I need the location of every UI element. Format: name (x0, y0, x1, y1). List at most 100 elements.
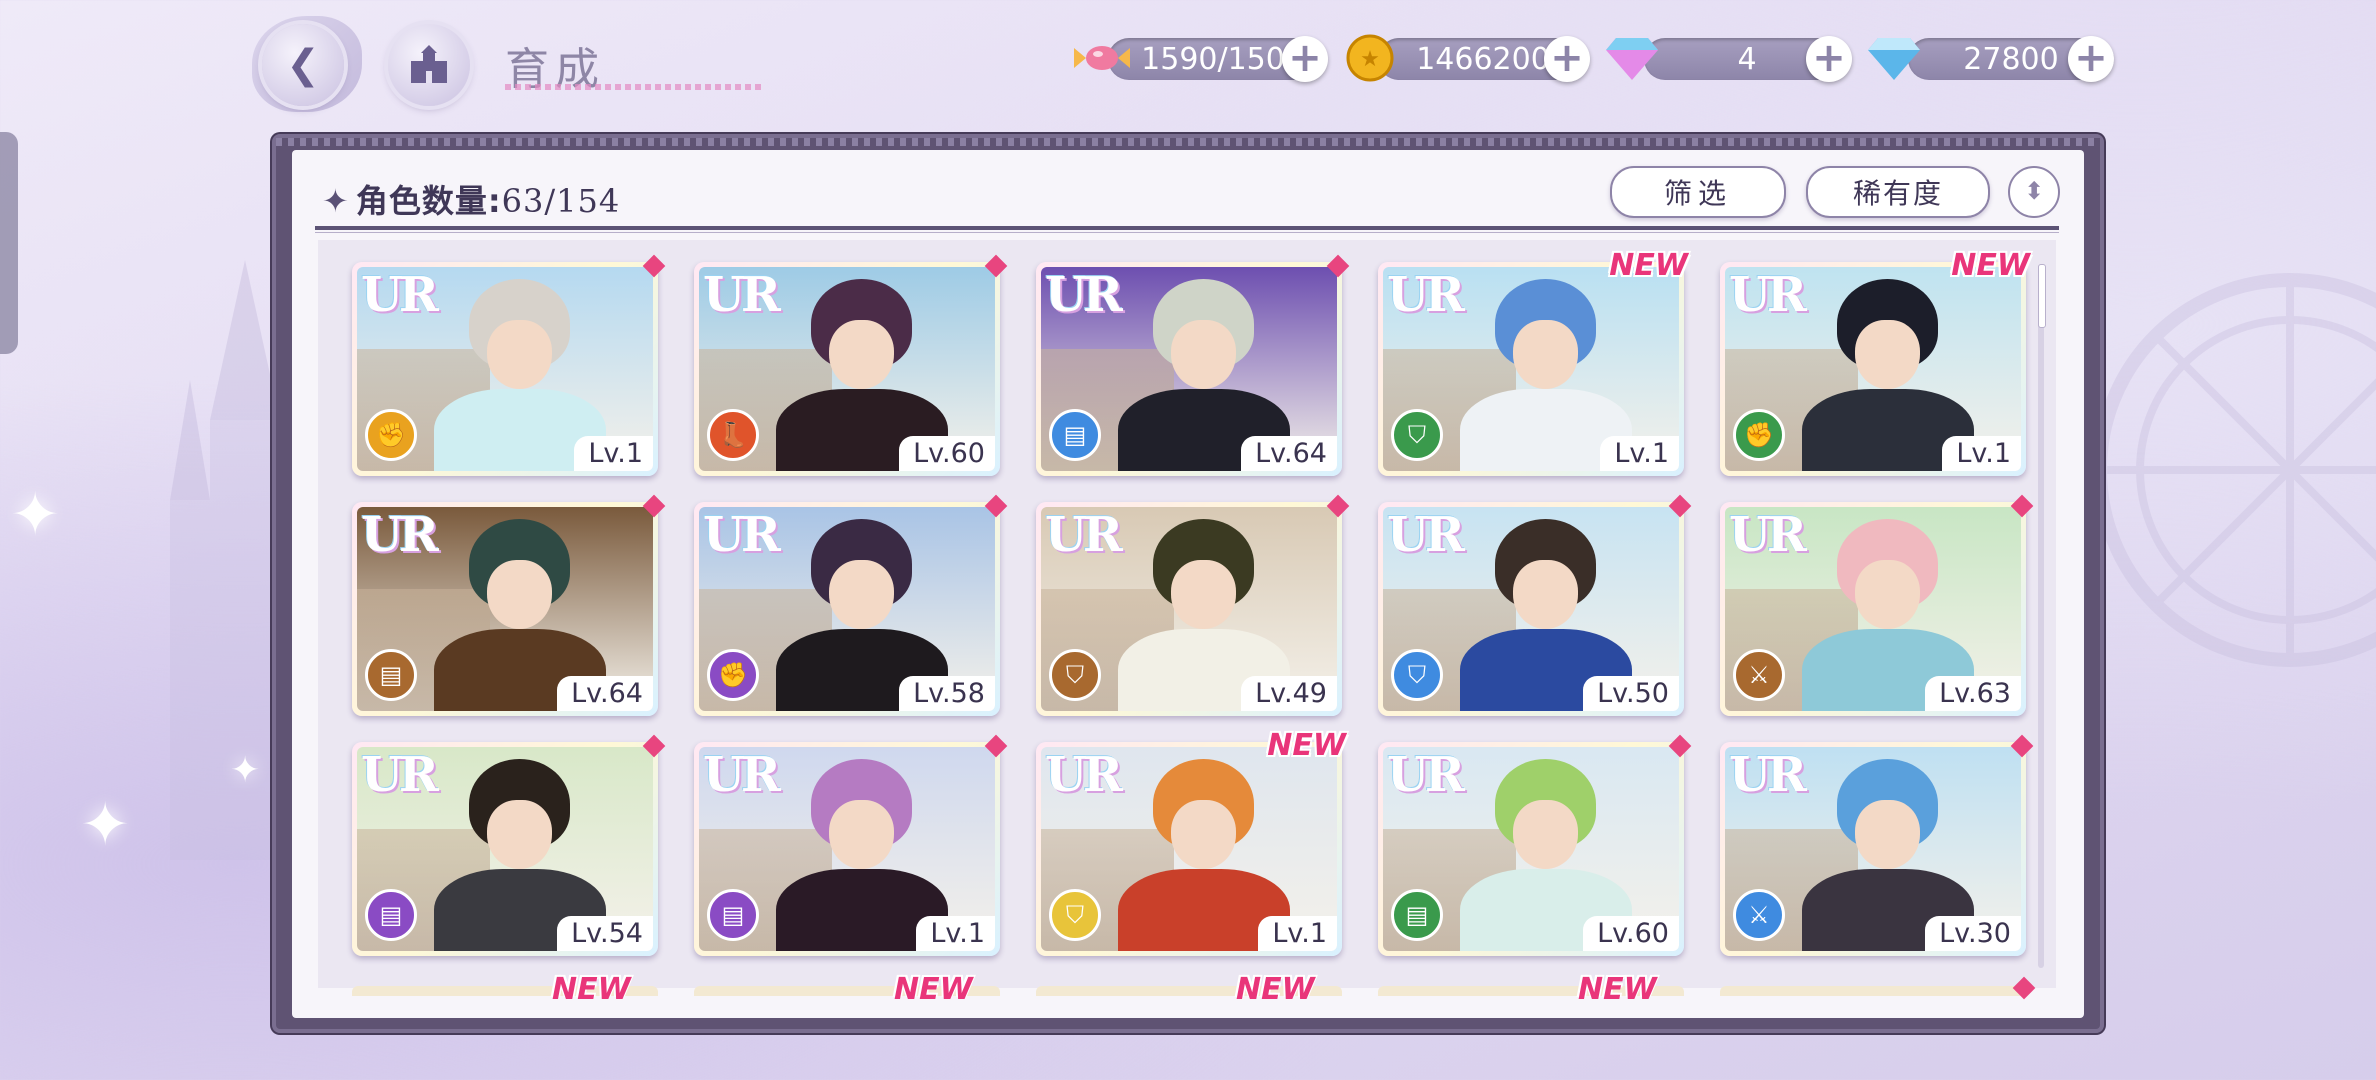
rarity-label: UR (1387, 507, 1465, 563)
character-card[interactable]: UR ✊ Lv.1 (352, 254, 666, 476)
level-label: Lv.54 (557, 916, 653, 951)
coin-icon: ★ (1342, 30, 1398, 86)
character-card[interactable]: UR ▤ Lv.64 (1036, 254, 1350, 476)
header-divider (315, 226, 2059, 230)
scrollbar-thumb[interactable] (2038, 264, 2046, 328)
shield-icon: ⛉ (1391, 649, 1443, 701)
rarity-label: UR (703, 507, 781, 563)
new-badge: NEW (1267, 728, 1346, 763)
rarity-label: UR (1729, 507, 1807, 563)
side-drawer-handle[interactable] (0, 132, 18, 354)
character-card[interactable]: UR ✊ Lv.1 NEW (1720, 248, 2030, 476)
level-label: Lv.60 (1583, 916, 1679, 951)
rarity-label: UR (1729, 267, 1807, 323)
fist-icon: ✊ (365, 409, 417, 461)
rarity-label: UR (1387, 267, 1465, 323)
new-badge: NEW (552, 972, 631, 1007)
character-portrait: UR ✊ Lv.58 (699, 507, 995, 711)
rarity-label: UR (1045, 267, 1123, 323)
character-card[interactable]: UR ✊ Lv.58 (694, 494, 1008, 716)
ferris-wheel-decoration (2093, 273, 2376, 667)
book-icon: ▤ (707, 889, 759, 941)
character-card[interactable]: UR ⚔ Lv.63 (1720, 494, 2034, 716)
character-card[interactable]: UR 👢 Lv.60 (694, 254, 1008, 476)
character-card-partial[interactable] (1720, 986, 2026, 996)
sword-icon: ⚔ (1733, 889, 1785, 941)
character-card[interactable]: UR ▤ Lv.60 (1378, 734, 1692, 956)
character-portrait: UR ⛉ Lv.49 (1041, 507, 1337, 711)
fist-icon: ✊ (1733, 409, 1785, 461)
character-count: ✦ 角色数量:63/154 (322, 176, 620, 222)
new-badge: NEW (894, 972, 973, 1007)
rarity-label: UR (361, 747, 439, 803)
add-premium-gem-button[interactable]: + (1806, 36, 1852, 82)
filter-button[interactable]: 筛选 (1610, 166, 1786, 218)
title-decoration (505, 84, 765, 90)
character-portrait: UR 👢 Lv.60 (699, 267, 995, 471)
level-label: Lv.30 (1925, 916, 2021, 951)
level-label: Lv.64 (557, 676, 653, 711)
character-portrait: UR ✊ Lv.1 (1725, 267, 2021, 471)
character-count-label: 角色数量: (355, 182, 502, 220)
rarity-label: UR (361, 267, 439, 323)
add-stamina-button[interactable]: + (1282, 36, 1328, 82)
castle-icon (411, 45, 447, 83)
character-portrait: UR ⚔ Lv.63 (1725, 507, 2021, 711)
character-portrait: UR ⚔ Lv.30 (1725, 747, 2021, 951)
boot-icon: 👢 (707, 409, 759, 461)
shield-icon: ⛉ (1049, 889, 1101, 941)
character-portrait: UR ✊ Lv.1 (357, 267, 653, 471)
star-icon: ✦ (322, 182, 350, 220)
new-badge: NEW (1236, 972, 1315, 1007)
character-card[interactable]: UR ⛉ Lv.1 NEW (1036, 728, 1346, 956)
character-card[interactable]: UR ▤ Lv.64 (352, 494, 666, 716)
header-divider (315, 232, 2059, 233)
book-icon: ▤ (1391, 889, 1443, 941)
rarity-label: UR (1045, 747, 1123, 803)
sort-toggle-icon: ⬍ (2023, 177, 2045, 205)
level-label: Lv.1 (574, 436, 653, 471)
character-card[interactable]: UR ⛉ Lv.49 (1036, 494, 1350, 716)
sparkle-icon: ✦ (230, 750, 261, 791)
svg-text:★: ★ (1360, 47, 1380, 72)
scrollbar-track[interactable] (2038, 264, 2044, 968)
sparkle-icon: ✦ (80, 790, 131, 860)
book-icon: ▤ (365, 649, 417, 701)
level-label: Lv.64 (1241, 436, 1337, 471)
sort-order-button[interactable]: ⬍ (2008, 166, 2060, 218)
rarity-label: UR (361, 507, 439, 563)
character-portrait: UR ▤ Lv.54 (357, 747, 653, 951)
character-portrait: UR ⛉ Lv.1 (1383, 267, 1679, 471)
level-label: Lv.63 (1925, 676, 2021, 711)
sword-icon: ⚔ (1733, 649, 1785, 701)
level-label: Lv.1 (1942, 436, 2021, 471)
rarity-label: UR (1045, 507, 1123, 563)
home-button[interactable] (388, 24, 470, 106)
sort-rarity-button[interactable]: 稀有度 (1806, 166, 1990, 218)
level-label: Lv.58 (899, 676, 995, 711)
rarity-label: UR (1729, 747, 1807, 803)
blue-diamond-icon (1866, 30, 1922, 86)
book-icon: ▤ (365, 889, 417, 941)
back-arrow-icon: ❮ (286, 42, 320, 88)
character-portrait: UR ⛉ Lv.1 (1041, 747, 1337, 951)
back-button[interactable]: ❮ (262, 24, 344, 106)
character-card[interactable]: UR ⛉ Lv.50 (1378, 494, 1692, 716)
character-card[interactable]: UR ⚔ Lv.30 (1720, 734, 2034, 956)
level-label: Lv.60 (899, 436, 995, 471)
character-card[interactable]: UR ⛉ Lv.1 NEW (1378, 248, 1688, 476)
shield-icon: ⛉ (1391, 409, 1443, 461)
add-gem-button[interactable]: + (2068, 36, 2114, 82)
character-card[interactable]: UR ▤ Lv.1 (694, 734, 1008, 956)
new-badge: NEW (1609, 248, 1688, 283)
fist-icon: ✊ (707, 649, 759, 701)
character-card[interactable]: UR ▤ Lv.54 (352, 734, 666, 956)
level-label: Lv.49 (1241, 676, 1337, 711)
add-gold-button[interactable]: + (1544, 36, 1590, 82)
level-label: Lv.1 (1258, 916, 1337, 951)
character-portrait: UR ⛉ Lv.50 (1383, 507, 1679, 711)
character-count-value: 63/154 (501, 182, 621, 220)
new-badge: NEW (1578, 972, 1657, 1007)
new-badge: NEW (1951, 248, 2030, 283)
sparkle-icon: ✦ (10, 480, 61, 550)
